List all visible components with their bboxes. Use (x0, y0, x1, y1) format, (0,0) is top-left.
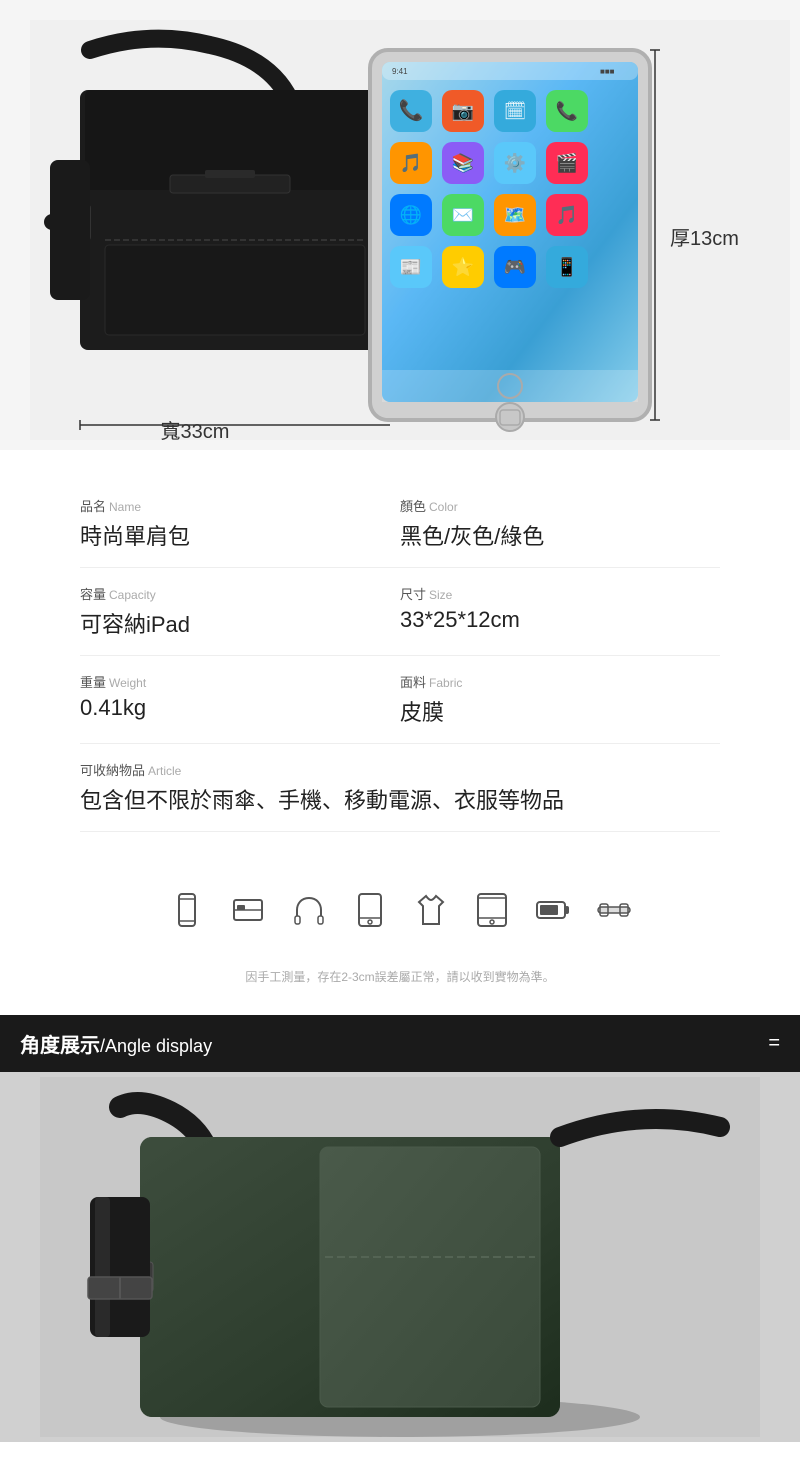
svg-text:■■■: ■■■ (600, 67, 615, 76)
spec-color-label: 顏色Color (400, 496, 720, 515)
spec-article-label: 可收納物品Article (80, 760, 720, 779)
angle-section: 角度展示/Angle display = (0, 1015, 800, 1442)
disclaimer-text: 因手工測量，存在2-3cm誤差屬正常，請以收到實物為準。 (245, 970, 554, 984)
product-image-container: 9:41 ■■■ 📞 📷 🗓 📞 🎵 📚 ⚙️ (30, 20, 770, 440)
svg-text:✉️: ✉️ (452, 205, 474, 225)
svg-text:厚13cm: 厚13cm (670, 228, 739, 250)
svg-text:🎵: 🎵 (400, 153, 422, 173)
spec-capacity: 容量Capacity 可容納iPad (80, 568, 400, 656)
svg-text:⭐: ⭐ (452, 256, 474, 277)
spec-article: 可收納物品Article 包含但不限於雨傘、手機、移動電源、衣服等物品 (80, 744, 720, 832)
svg-text:📱: 📱 (556, 256, 578, 277)
disclaimer: 因手工測量，存在2-3cm誤差屬正常，請以收到實物為準。 (0, 958, 800, 1015)
svg-text:📷: 📷 (452, 101, 474, 121)
angle-header: 角度展示/Angle display = (0, 1015, 800, 1072)
icons-section (0, 862, 800, 958)
phone-icon (169, 892, 205, 928)
spec-capacity-value: 可容納iPad (80, 607, 400, 639)
svg-text:9:41: 9:41 (392, 67, 408, 76)
hero-section: 9:41 ■■■ 📞 📷 🗓 📞 🎵 📚 ⚙️ (0, 0, 800, 450)
specs-grid: 品名Name 時尚單肩包 顏色Color 黑色/灰色/綠色 容量Capacity… (80, 480, 720, 832)
spec-weight-label: 重量Weight (80, 672, 400, 691)
angle-eq-symbol: = (768, 1032, 780, 1055)
spec-fabric-value: 皮膜 (400, 695, 720, 727)
shirt-icon (413, 892, 449, 928)
cable-icon (596, 892, 632, 928)
svg-text:⚙️: ⚙️ (504, 152, 526, 173)
angle-bag-svg (40, 1077, 760, 1437)
angle-title-en: /Angle display (100, 1036, 212, 1056)
svg-text:🗓: 🗓 (504, 101, 527, 121)
svg-text:寬33cm: 寬33cm (161, 420, 230, 440)
svg-text:📚: 📚 (452, 153, 474, 173)
spec-name: 品名Name 時尚單肩包 (80, 480, 400, 568)
ipad-large-icon (474, 892, 510, 928)
spec-capacity-label: 容量Capacity (80, 584, 400, 603)
spec-color-value: 黑色/灰色/綠色 (400, 519, 720, 551)
spec-weight: 重量Weight 0.41kg (80, 656, 400, 744)
tablet-icon (352, 892, 388, 928)
spec-size: 尺寸Size 33*25*12cm (400, 568, 720, 656)
spec-color: 顏色Color 黑色/灰色/綠色 (400, 480, 720, 568)
svg-text:📞: 📞 (556, 99, 579, 121)
svg-text:🌐: 🌐 (400, 204, 422, 225)
svg-text:🗺️: 🗺️ (504, 205, 526, 225)
svg-text:📞: 📞 (399, 97, 424, 122)
spec-name-value: 時尚單肩包 (80, 519, 400, 551)
angle-title-container: 角度展示/Angle display (20, 1029, 212, 1058)
svg-text:🎮: 🎮 (504, 257, 526, 277)
spec-article-value: 包含但不限於雨傘、手機、移動電源、衣服等物品 (80, 783, 720, 815)
spec-size-value: 33*25*12cm (400, 607, 720, 633)
svg-text:🎬: 🎬 (556, 152, 578, 173)
spec-fabric: 面料Fabric 皮膜 (400, 656, 720, 744)
svg-text:📰: 📰 (400, 257, 422, 277)
spec-name-label: 品名Name (80, 496, 400, 515)
angle-image-container (0, 1072, 800, 1442)
spec-fabric-label: 面料Fabric (400, 672, 720, 691)
battery-icon (535, 892, 571, 928)
card-icon (230, 892, 266, 928)
earphones-icon (291, 892, 327, 928)
product-image-svg: 9:41 ■■■ 📞 📷 🗓 📞 🎵 📚 ⚙️ (30, 20, 790, 440)
spec-weight-value: 0.41kg (80, 695, 400, 721)
angle-title-cn: 角度展示 (20, 1035, 100, 1057)
specs-section: 品名Name 時尚單肩包 顏色Color 黑色/灰色/綠色 容量Capacity… (0, 450, 800, 862)
spec-size-label: 尺寸Size (400, 584, 720, 603)
svg-text:🎵: 🎵 (556, 205, 578, 225)
